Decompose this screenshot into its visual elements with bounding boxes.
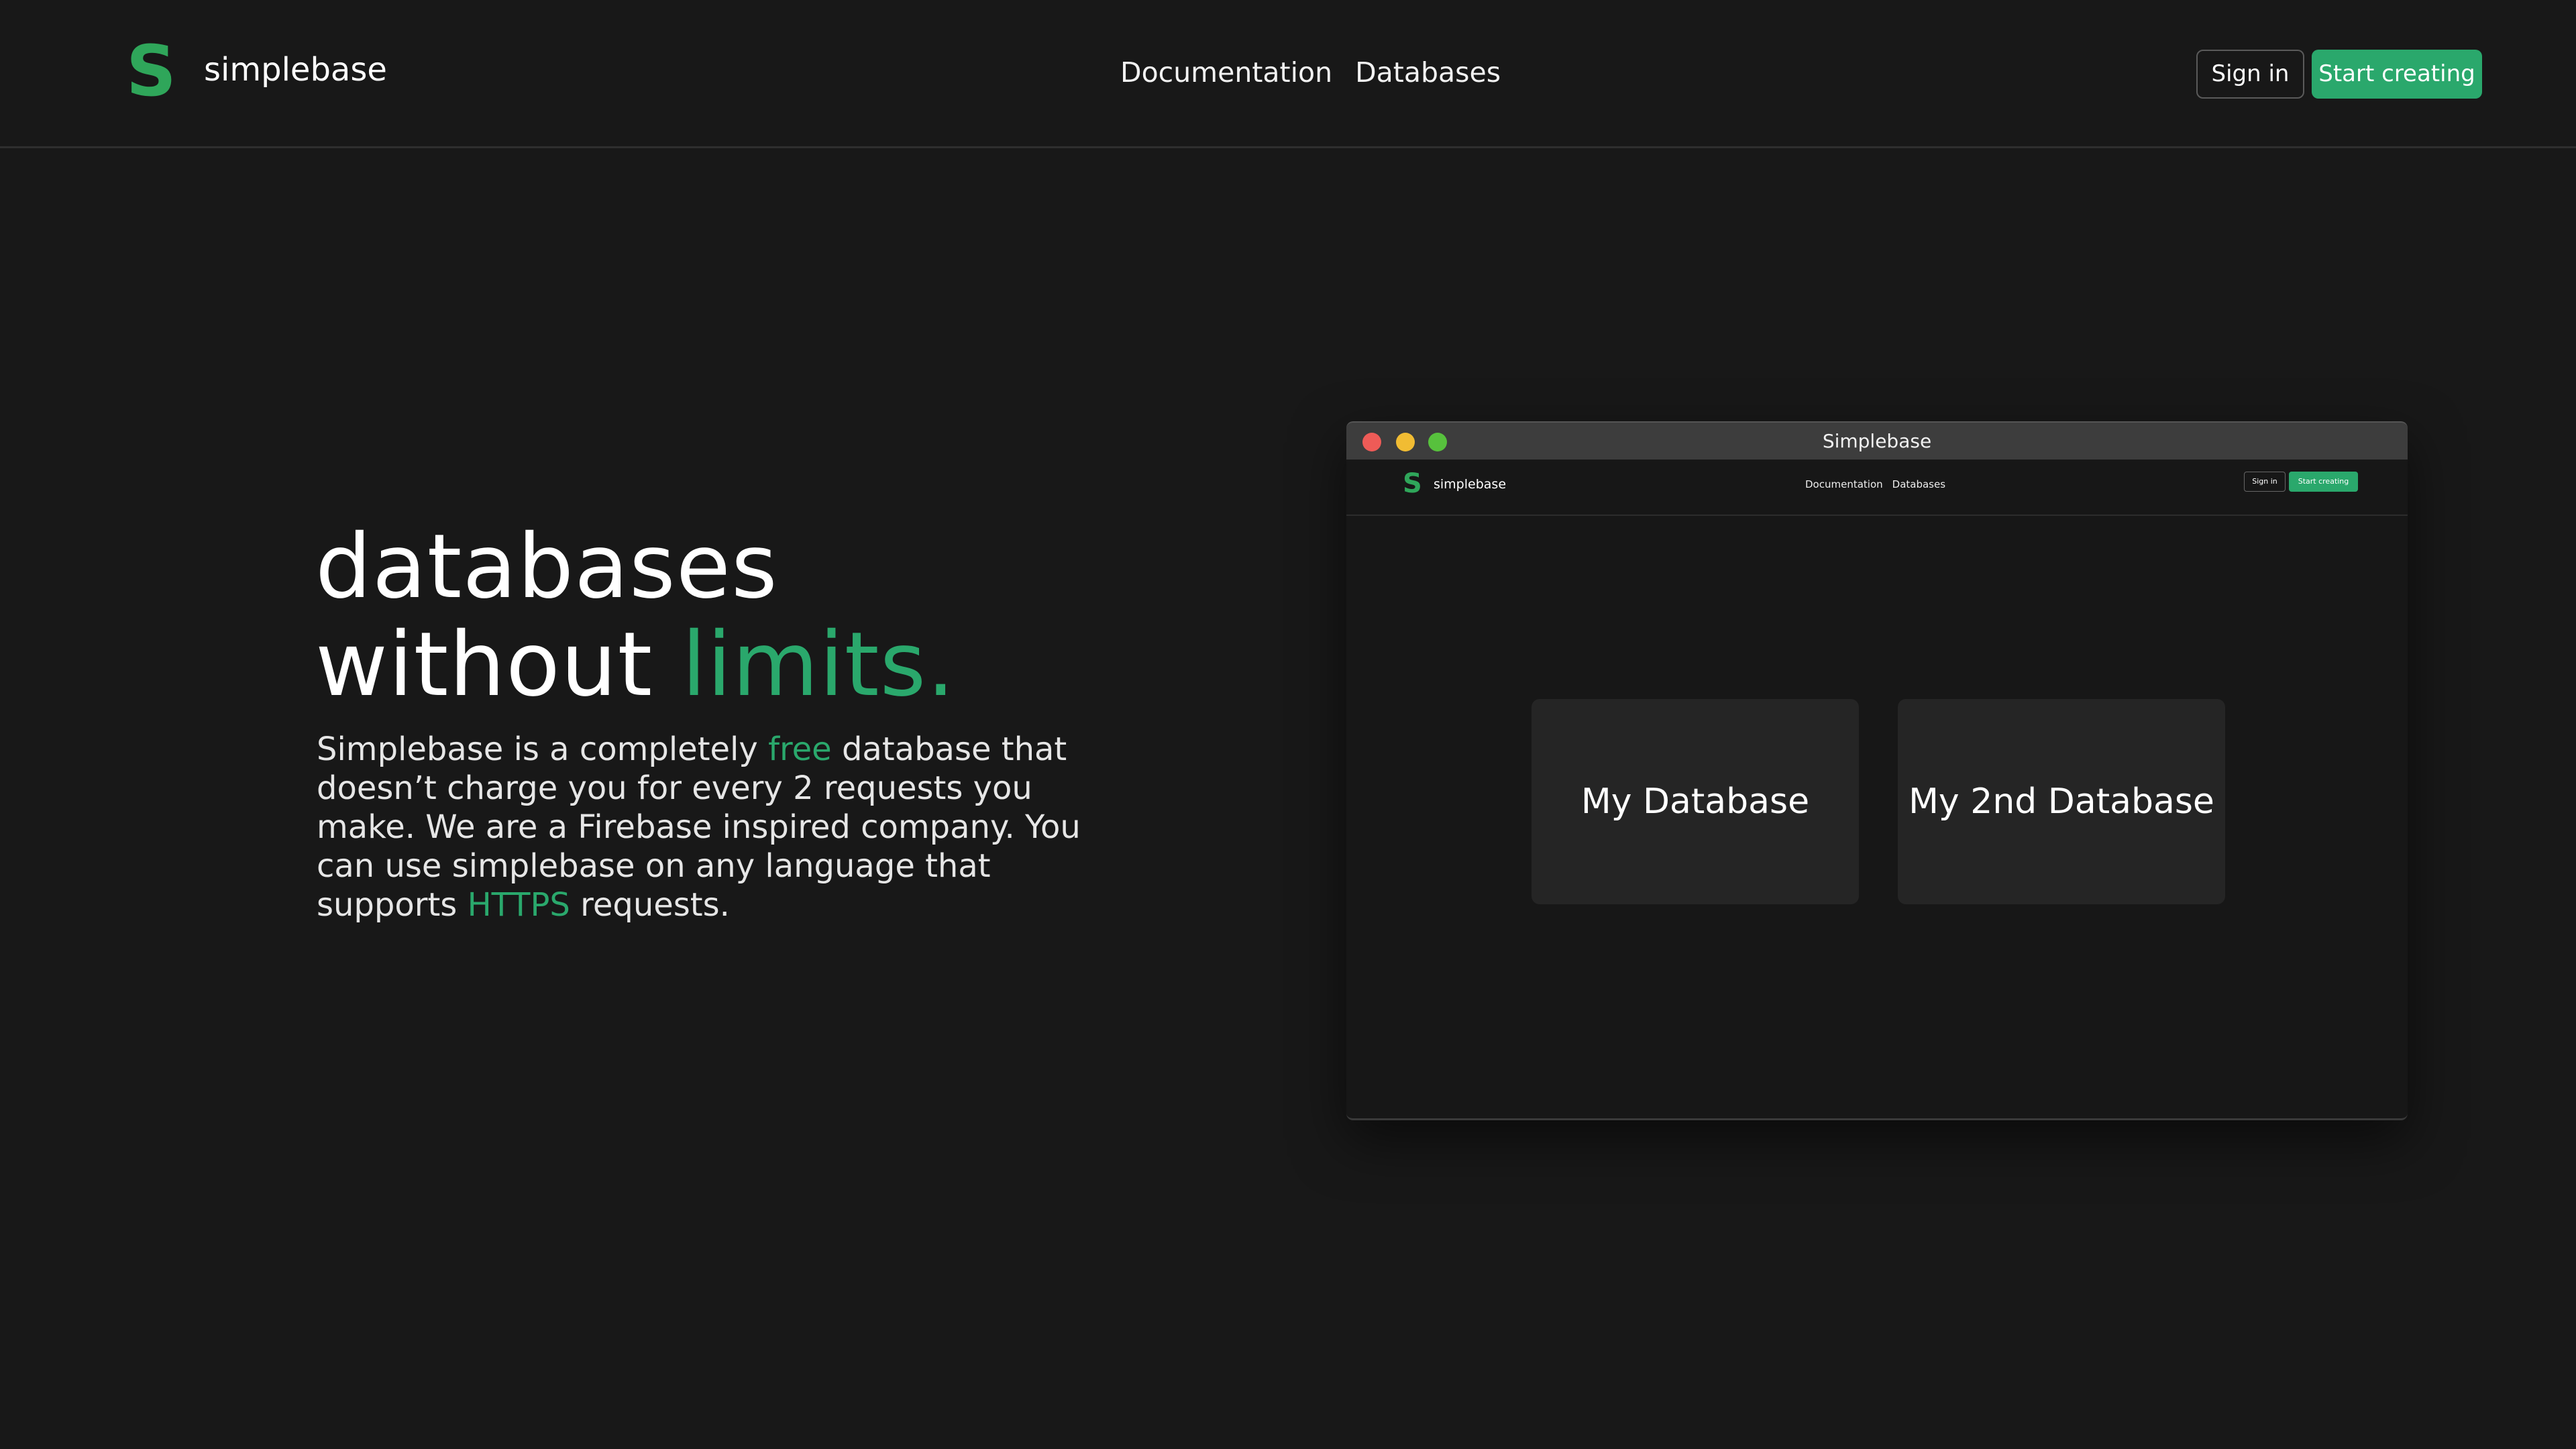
desc-part3: requests. — [570, 886, 730, 924]
database-card: My Database — [1532, 699, 1859, 904]
preview-nav-link-databases: Databases — [1892, 478, 1946, 490]
top-navigation-bar: S simplebase Documentation Databases Sig… — [0, 0, 2576, 148]
database-card: My 2nd Database — [1898, 699, 2225, 904]
preview-brand-name: simplebase — [1434, 477, 1507, 492]
brand-name[interactable]: simplebase — [204, 50, 387, 90]
preview-start-creating-button: Start creating — [2289, 472, 2358, 492]
desc-part1: Simplebase is a completely — [317, 731, 769, 768]
preview-nav-bar: S simplebase Documentation Databases Sig… — [1346, 458, 2408, 516]
hero-heading-line1: databases — [315, 515, 778, 619]
start-creating-button[interactable]: Start creating — [2312, 50, 2482, 99]
sign-in-button[interactable]: Sign in — [2196, 50, 2304, 99]
desc-https-highlight: HTTPS — [467, 886, 570, 924]
window-title: Simplebase — [1822, 430, 1932, 452]
hero-heading-line2-prefix: without — [315, 613, 682, 716]
preview-logo-icon: S — [1403, 468, 1422, 499]
nav-link-databases[interactable]: Databases — [1355, 52, 1501, 93]
app-preview-window: Simplebase S simplebase Documentation Da… — [1346, 421, 2408, 1120]
hero-heading: databases without limits. — [315, 518, 955, 714]
preview-nav-links: Documentation Databases — [1805, 477, 1945, 492]
window-titlebar: Simplebase — [1346, 421, 2408, 460]
simplebase-logo-icon[interactable]: S — [126, 36, 176, 106]
preview-nav-link-documentation: Documentation — [1805, 478, 1883, 490]
hero-heading-accent: limits. — [682, 613, 956, 716]
preview-sign-in-button: Sign in — [2244, 472, 2286, 492]
desc-free-highlight: free — [768, 731, 832, 768]
hero-description: Simplebase is a completely free database… — [317, 730, 1102, 924]
main-nav-links: Documentation Databases — [1120, 52, 1501, 93]
nav-link-documentation[interactable]: Documentation — [1120, 52, 1332, 93]
